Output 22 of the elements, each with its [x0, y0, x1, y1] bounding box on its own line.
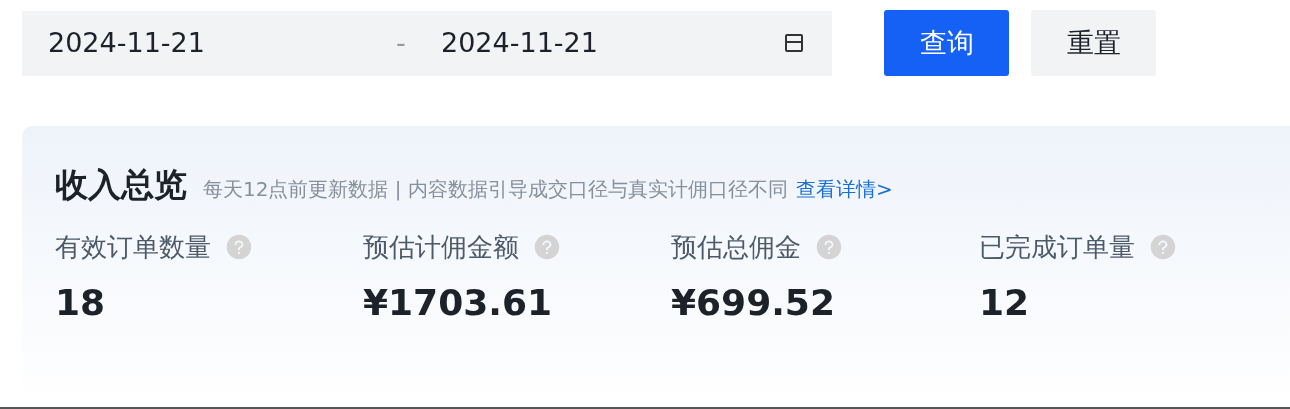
metric-label: 预估计佣金额	[363, 230, 519, 264]
metric-label: 已完成订单量	[979, 230, 1135, 264]
metric-value: ¥1703.61	[363, 284, 554, 321]
help-icon[interactable]	[1149, 233, 1177, 261]
details-link[interactable]: 查看详情>	[795, 174, 893, 204]
metric-value: 18	[55, 284, 107, 321]
date-separator: -	[396, 25, 407, 60]
metric-label: 有效订单数量	[55, 230, 211, 264]
start-date: 2024-11-21	[48, 25, 206, 60]
calendar-icon	[782, 31, 806, 55]
date-range-field[interactable]: 2024-11-21 - 2024-11-21	[22, 10, 832, 76]
metric-value: 12	[979, 284, 1031, 321]
overview-title: 收入总览	[55, 164, 187, 206]
search-button[interactable]: 查询	[884, 10, 1009, 76]
reset-button[interactable]: 重置	[1031, 10, 1156, 76]
metric-value: ¥699.52	[671, 284, 836, 321]
update-note: 每天12点前更新数据 | 内容数据引导成交口径与真实计佣口径不同	[203, 176, 788, 203]
help-icon[interactable]	[225, 233, 253, 261]
metric-label: 预估总佣金	[671, 230, 801, 264]
help-icon[interactable]	[533, 233, 561, 261]
help-icon[interactable]	[815, 233, 843, 261]
end-date: 2024-11-21	[441, 25, 599, 60]
